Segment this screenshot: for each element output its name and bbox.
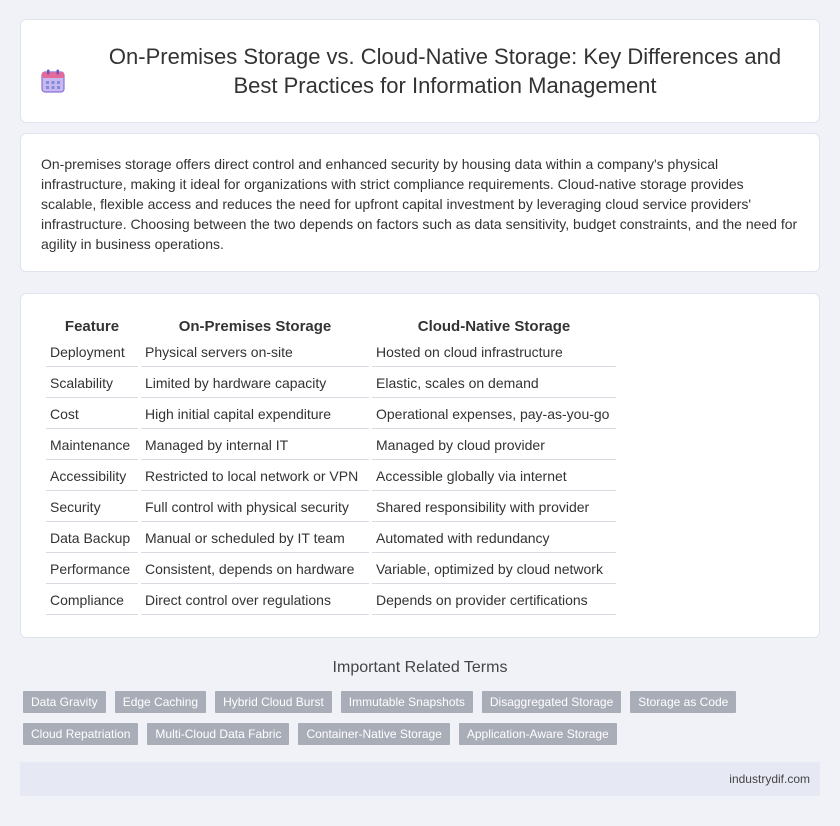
cloud-native-cell: Operational expenses, pay-as-you-go	[372, 398, 616, 429]
tag-row: Cloud Repatriation Multi-Cloud Data Fabr…	[23, 723, 823, 745]
feature-cell: Performance	[46, 553, 138, 584]
comparison-table: Feature On-Premises Storage Cloud-Native…	[43, 316, 619, 615]
feature-cell: Scalability	[46, 367, 138, 398]
tag-row: Data Gravity Edge Caching Hybrid Cloud B…	[23, 691, 823, 713]
table-row: Performance Consistent, depends on hardw…	[46, 553, 616, 584]
tag-storage-as-code[interactable]: Storage as Code	[630, 691, 737, 713]
on-premises-cell: Consistent, depends on hardware	[141, 553, 369, 584]
tag-application-aware-storage[interactable]: Application-Aware Storage	[458, 723, 617, 745]
on-premises-cell: Direct control over regulations	[141, 584, 369, 615]
tag-data-gravity[interactable]: Data Gravity	[23, 691, 106, 713]
feature-cell: Data Backup	[46, 522, 138, 553]
tag-multi-cloud-data-fabric[interactable]: Multi-Cloud Data Fabric	[147, 723, 290, 745]
cloud-native-cell: Variable, optimized by cloud network	[372, 553, 616, 584]
related-terms-list: Data Gravity Edge Caching Hybrid Cloud B…	[23, 691, 823, 755]
on-premises-cell: Managed by internal IT	[141, 429, 369, 460]
tag-cloud-repatriation[interactable]: Cloud Repatriation	[23, 723, 139, 745]
cloud-native-cell: Accessible globally via internet	[372, 460, 616, 491]
related-terms-heading: Important Related Terms	[332, 659, 508, 676]
on-premises-cell: Physical servers on-site	[141, 336, 369, 367]
tag-container-native-storage[interactable]: Container-Native Storage	[298, 723, 450, 745]
table-header-row: Feature On-Premises Storage Cloud-Native…	[46, 316, 616, 336]
calendar-icon	[41, 69, 65, 93]
cloud-native-cell: Automated with redundancy	[372, 522, 616, 553]
feature-cell: Accessibility	[46, 460, 138, 491]
feature-cell: Cost	[46, 398, 138, 429]
feature-cell: Maintenance	[46, 429, 138, 460]
table-row: Cost High initial capital expenditure Op…	[46, 398, 616, 429]
on-premises-cell: Restricted to local network or VPN	[141, 460, 369, 491]
table-row: Security Full control with physical secu…	[46, 491, 616, 522]
cloud-native-cell: Managed by cloud provider	[372, 429, 616, 460]
tag-edge-caching[interactable]: Edge Caching	[114, 691, 207, 713]
on-premises-cell: Manual or scheduled by IT team	[141, 522, 369, 553]
tag-hybrid-cloud-burst[interactable]: Hybrid Cloud Burst	[215, 691, 332, 713]
cloud-native-cell: Hosted on cloud infrastructure	[372, 336, 616, 367]
cloud-native-cell: Shared responsibility with provider	[372, 491, 616, 522]
table-row: Data Backup Manual or scheduled by IT te…	[46, 522, 616, 553]
feature-cell: Compliance	[46, 584, 138, 615]
intro-card: On-premises storage offers direct contro…	[20, 133, 820, 272]
table-row: Compliance Direct control over regulatio…	[46, 584, 616, 615]
title-wrap: On-Premises Storage vs. Cloud-Native Sto…	[40, 42, 800, 100]
table-row: Accessibility Restricted to local networ…	[46, 460, 616, 491]
table-row: Deployment Physical servers on-site Host…	[46, 336, 616, 367]
page-title: On-Premises Storage vs. Cloud-Native Sto…	[108, 44, 782, 98]
intro-paragraph: On-premises storage offers direct contro…	[41, 156, 798, 252]
on-premises-cell: Limited by hardware capacity	[141, 367, 369, 398]
feature-cell: Deployment	[46, 336, 138, 367]
cloud-native-cell: Depends on provider certifications	[372, 584, 616, 615]
on-premises-cell: High initial capital expenditure	[141, 398, 369, 429]
cloud-native-cell: Elastic, scales on demand	[372, 367, 616, 398]
feature-cell: Security	[46, 491, 138, 522]
on-premises-cell: Full control with physical security	[141, 491, 369, 522]
comparison-card: Feature On-Premises Storage Cloud-Native…	[20, 293, 820, 638]
footer-site[interactable]: industrydif.com	[729, 772, 810, 786]
tag-immutable-snapshots[interactable]: Immutable Snapshots	[340, 691, 473, 713]
table-row: Maintenance Managed by internal IT Manag…	[46, 429, 616, 460]
footer: industrydif.com	[20, 762, 820, 796]
title-card: On-Premises Storage vs. Cloud-Native Sto…	[20, 19, 820, 123]
header-feature: Feature	[64, 318, 120, 335]
tag-disaggregated-storage[interactable]: Disaggregated Storage	[481, 691, 622, 713]
header-on-premises: On-Premises Storage	[178, 318, 332, 335]
table-row: Scalability Limited by hardware capacity…	[46, 367, 616, 398]
header-cloud-native: Cloud-Native Storage	[417, 318, 571, 335]
